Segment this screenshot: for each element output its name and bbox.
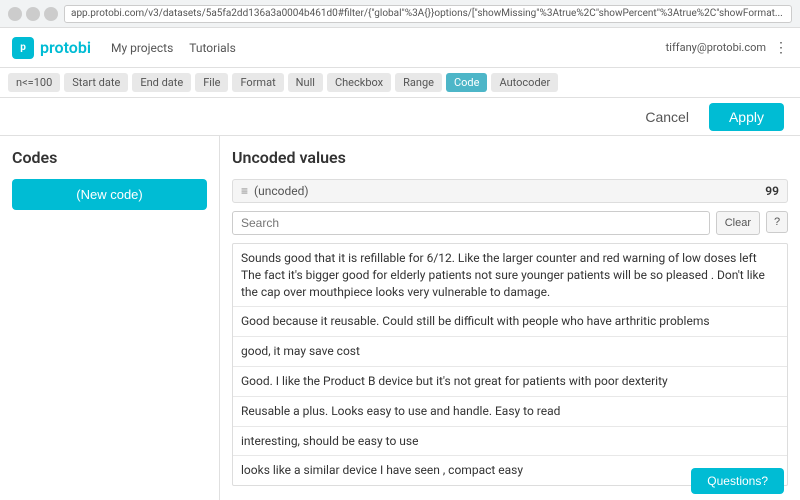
filter-tab-range[interactable]: Range bbox=[395, 73, 442, 92]
list-item[interactable]: Good because it reusable. Could still be… bbox=[233, 307, 787, 337]
logo-text: protobi bbox=[40, 38, 91, 57]
logo-icon: p bbox=[12, 37, 34, 59]
search-input[interactable] bbox=[232, 211, 710, 235]
filter-tab-file[interactable]: File bbox=[195, 73, 228, 92]
filter-tab-format[interactable]: Format bbox=[232, 73, 283, 92]
filter-tab-autocoder[interactable]: Autocoder bbox=[491, 73, 558, 92]
apply-button[interactable]: Apply bbox=[709, 103, 784, 131]
codes-panel: Codes (New code) bbox=[0, 136, 220, 500]
address-bar[interactable]: app.protobi.com/v3/datasets/5a5fa2dd136a… bbox=[64, 5, 792, 23]
filter-tab-code[interactable]: Code bbox=[446, 73, 487, 92]
filter-tab-end-date[interactable]: End date bbox=[132, 73, 191, 92]
nav-tutorials[interactable]: Tutorials bbox=[189, 41, 236, 55]
filter-tab-checkbox[interactable]: Checkbox bbox=[327, 73, 391, 92]
browser-back[interactable] bbox=[8, 7, 22, 21]
uncoded-count: 99 bbox=[765, 184, 779, 198]
browser-bar: app.protobi.com/v3/datasets/5a5fa2dd136a… bbox=[0, 0, 800, 28]
user-email: tiffany@protobi.com bbox=[666, 41, 766, 54]
list-item[interactable]: interesting, should be easy to use bbox=[233, 427, 787, 457]
help-button[interactable]: ? bbox=[766, 211, 788, 233]
questions-button[interactable]: Questions? bbox=[691, 468, 784, 494]
uncoded-title: Uncoded values bbox=[232, 148, 788, 167]
browser-reload[interactable] bbox=[44, 7, 58, 21]
list-item[interactable]: Reusable a plus. Looks easy to use and h… bbox=[233, 397, 787, 427]
filter-tab-start-date[interactable]: Start date bbox=[64, 73, 128, 92]
codes-title: Codes bbox=[12, 148, 207, 167]
list-item[interactable]: Good. I like the Product B device but it… bbox=[233, 367, 787, 397]
clear-button[interactable]: Clear bbox=[716, 211, 760, 235]
browser-forward[interactable] bbox=[26, 7, 40, 21]
list-item[interactable]: Sounds good that it is refillable for 6/… bbox=[233, 244, 787, 307]
questions-bar: Questions? bbox=[675, 462, 800, 500]
header-right: tiffany@protobi.com ⋮ bbox=[666, 40, 788, 56]
drag-icon: ≡ bbox=[241, 184, 248, 198]
uncoded-panel: Uncoded values ≡ (uncoded) 99 Clear ? So… bbox=[220, 136, 800, 500]
list-item[interactable]: good, it may save cost bbox=[233, 337, 787, 367]
filter-tabs: n<=100Start dateEnd dateFileFormat NullCh… bbox=[0, 68, 800, 98]
nav-my-projects[interactable]: My projects bbox=[111, 41, 173, 55]
logo[interactable]: p protobi bbox=[12, 37, 91, 59]
header-nav: My projects Tutorials bbox=[111, 41, 236, 55]
uncoded-label-row: ≡ (uncoded) 99 bbox=[232, 179, 788, 203]
uncoded-label: (uncoded) bbox=[254, 184, 759, 198]
search-row: Clear ? bbox=[232, 211, 788, 235]
app-header: p protobi My projects Tutorials tiffany@… bbox=[0, 28, 800, 68]
header-left: p protobi My projects Tutorials bbox=[12, 37, 236, 59]
filter-tab-n<=100[interactable]: n<=100 bbox=[8, 73, 60, 92]
new-code-button[interactable]: (New code) bbox=[12, 179, 207, 210]
browser-controls bbox=[8, 7, 58, 21]
cancel-button[interactable]: Cancel bbox=[635, 105, 699, 129]
values-list: Sounds good that it is refillable for 6/… bbox=[232, 243, 788, 486]
action-bar: Cancel Apply bbox=[0, 98, 800, 136]
main-content: Codes (New code) Uncoded values ≡ (uncod… bbox=[0, 136, 800, 500]
filter-tab-null[interactable]: Null bbox=[288, 73, 323, 92]
menu-icon[interactable]: ⋮ bbox=[774, 40, 788, 56]
